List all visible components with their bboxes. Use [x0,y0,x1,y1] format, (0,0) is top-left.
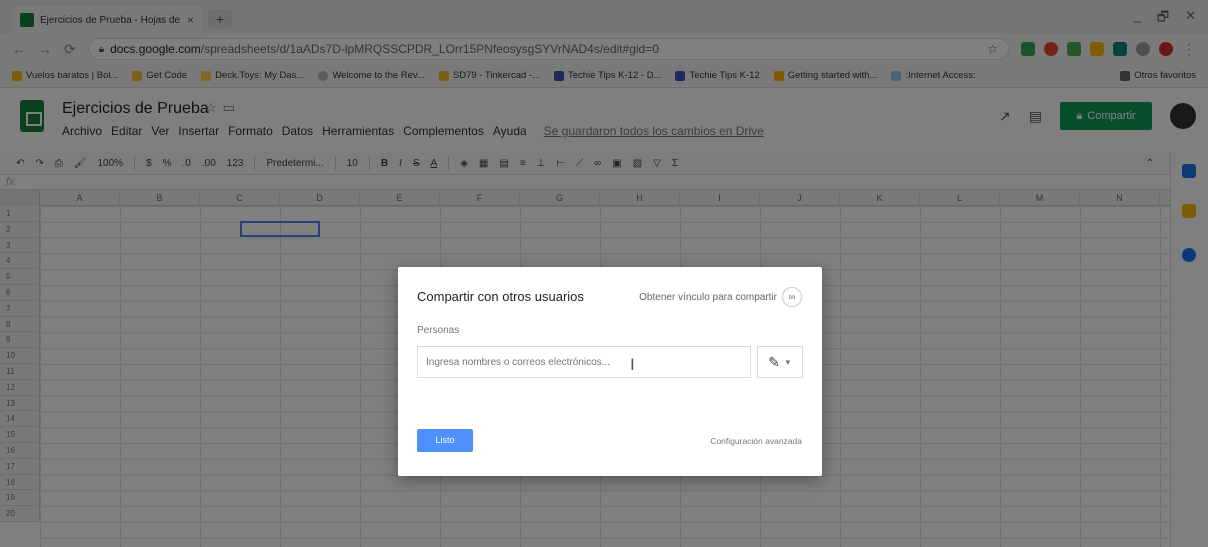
permission-dropdown[interactable]: ✎ ▼ [757,346,803,378]
advanced-settings-link[interactable]: Configuración avanzada [710,436,802,446]
done-button[interactable]: Listo [417,429,473,452]
chevron-down-icon: ▼ [783,357,792,367]
link-icon: ∞ [782,287,802,307]
text-cursor-icon: I [630,355,635,374]
people-input[interactable] [417,346,751,378]
pencil-icon: ✎ [768,353,780,370]
dialog-title: Compartir con otros usuarios [417,289,584,304]
share-dialog: Compartir con otros usuarios Obtener vín… [398,267,822,476]
get-link-button[interactable]: Obtener vínculo para compartir ∞ [639,287,802,307]
people-section-label: Personas [417,325,460,336]
